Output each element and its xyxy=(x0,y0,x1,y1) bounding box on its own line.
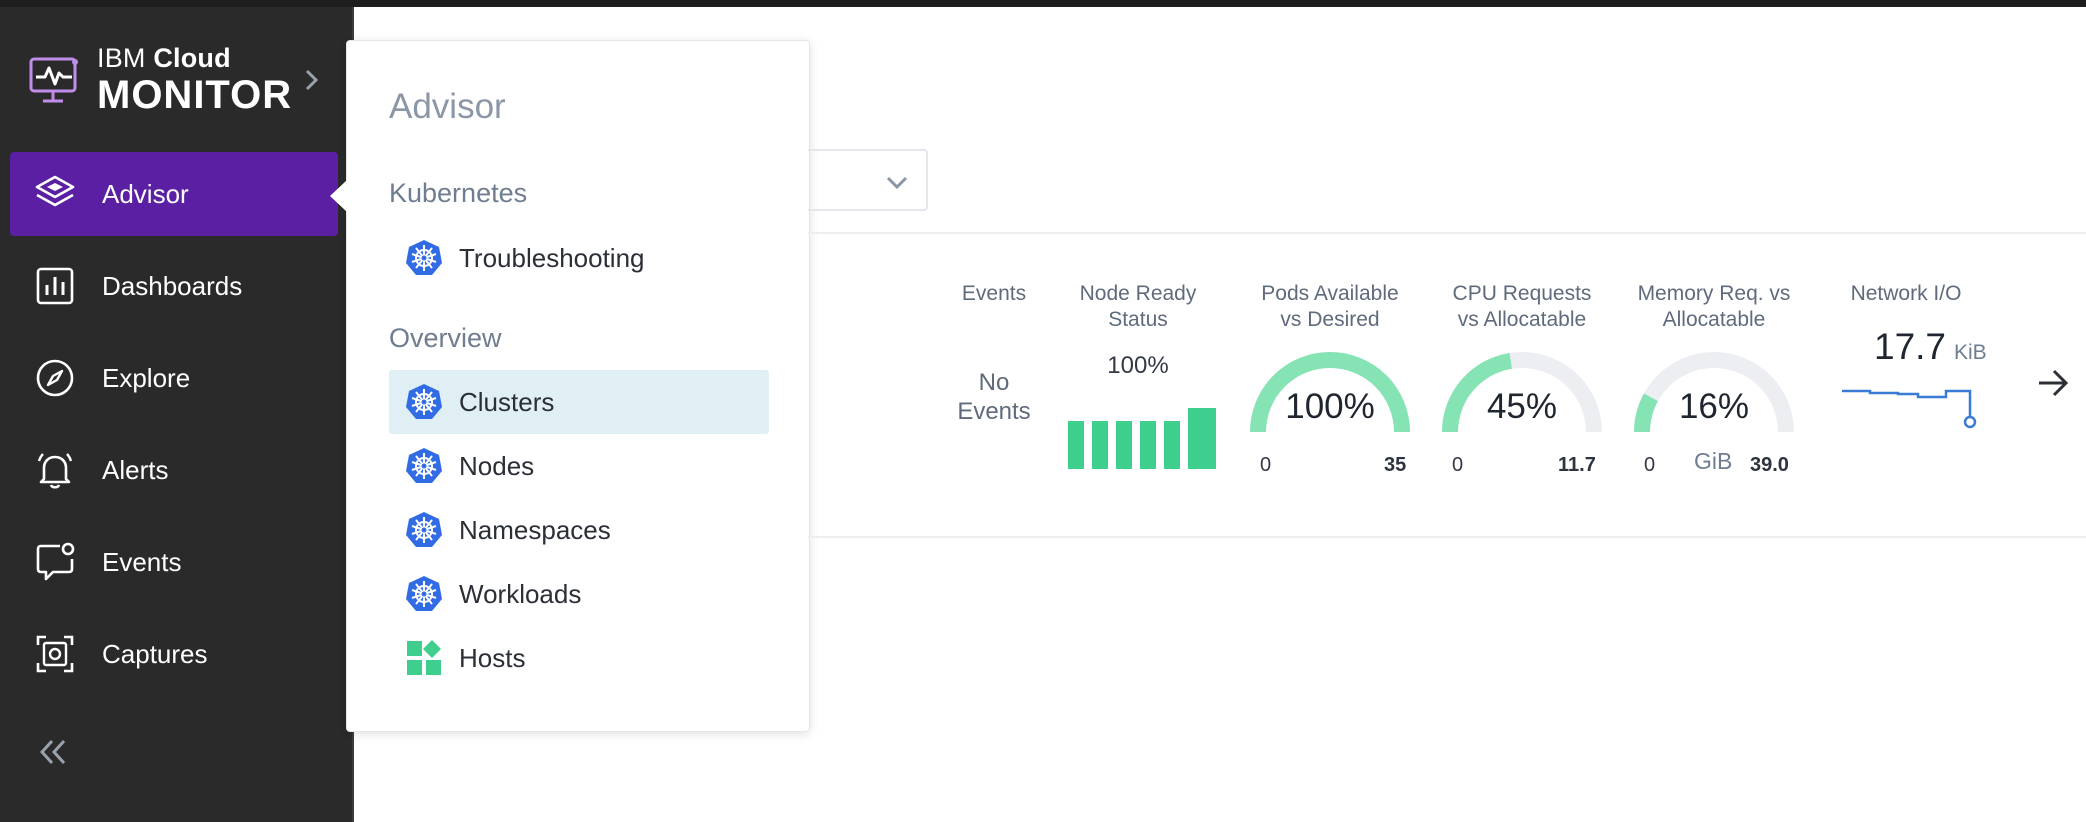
arrow-right-icon[interactable] xyxy=(2036,366,2070,400)
layers-icon xyxy=(35,175,75,207)
brand-name: IBM Cloud xyxy=(97,43,231,73)
menu-item-label: Nodes xyxy=(459,450,535,481)
menu-item-label: Hosts xyxy=(459,642,526,673)
hosts-icon xyxy=(407,640,441,675)
scope-dropdown[interactable] xyxy=(808,149,928,211)
node-bar xyxy=(1140,421,1156,469)
sidebar-item-captures[interactable]: Captures xyxy=(10,612,338,696)
menu-item-label: Clusters xyxy=(459,386,555,417)
node-bar xyxy=(1068,421,1084,469)
compass-icon xyxy=(36,359,74,397)
chat-bubble-icon xyxy=(36,542,75,581)
network-value: 17.7 xyxy=(1874,326,1947,367)
node-ready-label: Node Ready Status xyxy=(1079,282,1197,331)
sidebar-item-label: Alerts xyxy=(102,454,169,485)
node-bar xyxy=(1164,421,1180,469)
cpu-label: CPU Requests vs Allocatable xyxy=(1452,282,1592,331)
pods-value: 100% xyxy=(1285,387,1375,426)
capture-icon xyxy=(36,635,74,673)
node-ready-bars xyxy=(1068,408,1216,469)
node-bar xyxy=(1092,421,1108,469)
sidebar-item-advisor[interactable]: Advisor xyxy=(10,152,338,236)
kubernetes-icon xyxy=(406,384,442,419)
divider xyxy=(808,536,2086,538)
sidebar-item-label: Explore xyxy=(102,362,191,393)
network-unit: KiB xyxy=(1954,341,1987,364)
events-value: No Events xyxy=(957,369,1031,425)
bell-icon xyxy=(37,453,73,489)
section-kubernetes: Kubernetes xyxy=(389,178,528,208)
sidebar-item-alerts[interactable]: Alerts xyxy=(10,428,338,512)
memory-label: Memory Req. vs Allocatable xyxy=(1637,282,1791,331)
chevron-right-icon[interactable] xyxy=(300,65,324,95)
node-bar xyxy=(1116,421,1132,469)
kubernetes-icon xyxy=(406,240,442,275)
memory-max: 39.0 xyxy=(1750,454,1789,476)
advisor-popover-menu: Advisor Kubernetes Troubleshooting Overv… xyxy=(346,40,810,732)
divider xyxy=(808,232,2086,234)
top-strip xyxy=(0,0,2086,7)
sidebar-item-events[interactable]: Events xyxy=(10,520,338,604)
pods-label: Pods Available vs Desired xyxy=(1261,282,1399,331)
network-sparkline xyxy=(1842,389,1977,429)
node-bar xyxy=(1188,408,1216,469)
cpu-max: 11.7 xyxy=(1558,454,1596,476)
cpu-value: 45% xyxy=(1486,387,1558,426)
menu-item-label: Workloads xyxy=(459,578,582,609)
sidebar-item-label: Events xyxy=(102,546,182,577)
sidebar: IBM Cloud MONITOR Advisor Dashboards Exp… xyxy=(0,7,354,822)
memory-value: 16% xyxy=(1678,387,1750,426)
menu-item-label: Namespaces xyxy=(459,514,611,545)
menu-item-nodes[interactable]: Nodes xyxy=(389,434,769,498)
kubernetes-icon xyxy=(406,576,442,611)
menu-item-label: Troubleshooting xyxy=(459,242,645,273)
brand-product: MONITOR xyxy=(97,73,293,117)
chevron-down-icon xyxy=(886,176,908,190)
network-label: Network I/O xyxy=(1850,282,1962,305)
kubernetes-icon xyxy=(406,512,442,547)
monitor-logo-icon xyxy=(29,57,78,103)
menu-item-troubleshooting[interactable]: Troubleshooting xyxy=(389,226,769,290)
pods-min: 0 xyxy=(1260,454,1272,476)
sidebar-item-dashboards[interactable]: Dashboards xyxy=(10,244,338,328)
menu-item-hosts[interactable]: Hosts xyxy=(389,626,769,690)
memory-unit: GiB xyxy=(1694,448,1733,474)
memory-min: 0 xyxy=(1644,454,1656,476)
popover-arrow xyxy=(330,180,347,212)
menu-item-workloads[interactable]: Workloads xyxy=(389,562,769,626)
sidebar-item-label: Advisor xyxy=(102,178,189,209)
sidebar-nav: Advisor Dashboards Explore Alerts Events… xyxy=(10,152,338,704)
cpu-min: 0 xyxy=(1452,454,1464,476)
menu-item-namespaces[interactable]: Namespaces xyxy=(389,498,769,562)
sidebar-item-label: Dashboards xyxy=(102,270,243,301)
node-ready-value: 100% xyxy=(1107,352,1169,379)
brand-logo[interactable]: IBM Cloud MONITOR xyxy=(28,45,292,115)
sidebar-item-explore[interactable]: Explore xyxy=(10,336,338,420)
pods-max: 35 xyxy=(1384,454,1407,476)
menu-item-clusters[interactable]: Clusters xyxy=(389,370,769,434)
events-label: Events xyxy=(961,282,1027,305)
popover-title: Advisor xyxy=(389,87,506,126)
section-overview: Overview xyxy=(389,323,502,353)
double-chevron-left-icon[interactable] xyxy=(36,735,70,769)
bar-chart-icon xyxy=(36,267,74,305)
sidebar-item-label: Captures xyxy=(102,638,208,669)
kubernetes-icon xyxy=(406,448,442,483)
